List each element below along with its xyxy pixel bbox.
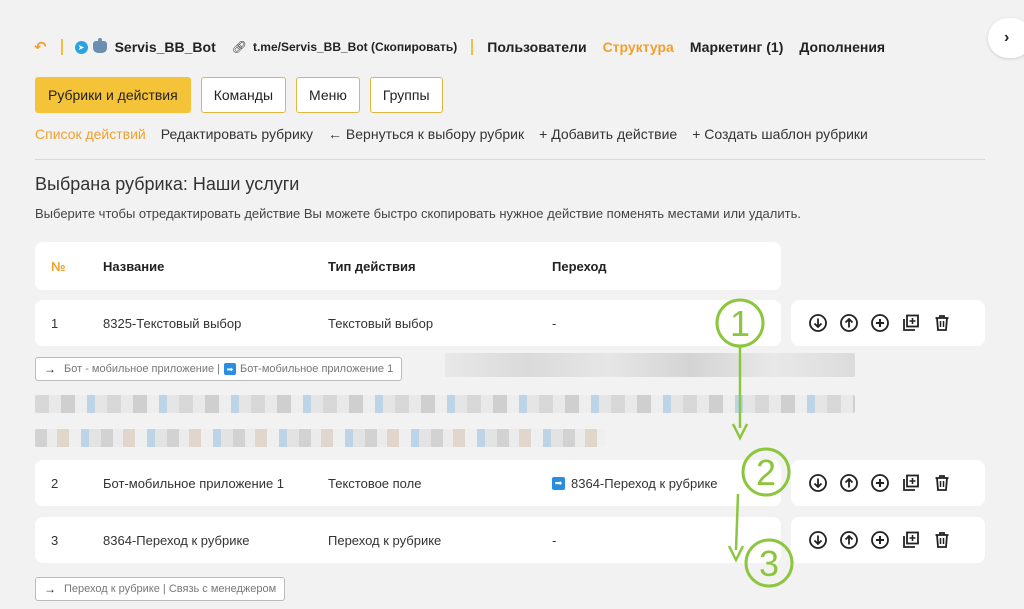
move-up-icon[interactable]: [839, 473, 859, 493]
link-icon: 🔗︎: [231, 40, 247, 54]
page-title: Выбрана рубрика: Наши услуги: [35, 174, 300, 194]
header-name: Название: [103, 258, 165, 274]
row-transition[interactable]: ➡ 8364-Переход к рубрике: [552, 460, 718, 506]
row-actions: [791, 460, 985, 506]
header-transition: Переход: [552, 258, 607, 274]
nav-marketing[interactable]: Маркетинг (1): [690, 39, 784, 55]
move-up-icon[interactable]: [839, 313, 859, 333]
subnav-create-template[interactable]: + Создать шаблон рубрики: [692, 126, 868, 142]
subnav-back-to-rubrics[interactable]: ← Вернуться к выбору рубрик: [328, 126, 524, 142]
nav-users[interactable]: Пользователи: [487, 39, 586, 55]
collapse-panel-button[interactable]: ›: [988, 18, 1024, 58]
tab-menu[interactable]: Меню: [296, 77, 360, 113]
table-row[interactable]: 3 8364-Переход к рубрике Переход к рубри…: [35, 517, 781, 563]
chevron-right-icon: ›: [1004, 29, 1010, 46]
header-type: Тип действия: [328, 258, 416, 274]
divider: [60, 39, 63, 55]
row-transition: -: [552, 532, 557, 548]
divider: [471, 39, 474, 55]
transition-label: 8364-Переход к рубрике: [571, 475, 718, 491]
row-name: 8364-Переход к рубрике: [103, 532, 250, 548]
link-square-icon: ➡: [552, 476, 565, 490]
row-name: 8325-Текстовый выбор: [103, 315, 242, 331]
add-icon[interactable]: [870, 473, 890, 493]
subnav-edit-rubric[interactable]: Редактировать рубрику: [161, 126, 313, 142]
delete-icon[interactable]: [932, 313, 952, 333]
row-actions: [791, 300, 985, 346]
move-down-icon[interactable]: [808, 313, 828, 333]
transition-chip[interactable]: → Переход к рубрике | Связь с менеджером: [35, 577, 286, 601]
row-name: Бот-мобильное приложение 1: [103, 475, 285, 491]
section-tabs: Рубрики и действия Команды Меню Группы: [35, 77, 443, 113]
copy-icon[interactable]: [901, 313, 921, 333]
table-row[interactable]: 1 8325-Текстовый выбор Текстовый выбор -: [35, 300, 781, 346]
delete-icon[interactable]: [932, 530, 952, 550]
nav-structure[interactable]: Структура: [603, 39, 674, 55]
chip-label: Переход к рубрике | Связь с менеджером: [64, 583, 277, 595]
copy-icon[interactable]: [901, 473, 921, 493]
page-description: Выберите чтобы отредактировать действие …: [35, 206, 801, 221]
tab-groups[interactable]: Группы: [369, 77, 443, 113]
copy-icon[interactable]: [901, 530, 921, 550]
row-number: 1: [51, 315, 59, 331]
row-number: 2: [51, 475, 59, 491]
move-down-icon[interactable]: [808, 530, 828, 550]
row-number: 3: [51, 532, 59, 548]
pixel-block: [35, 395, 855, 413]
bot-name: Servis_BB_Bot: [114, 39, 216, 55]
arrow-right-icon: →: [44, 582, 56, 596]
sub-navigation: Список действий Редактировать рубрику ← …: [35, 126, 868, 142]
bot-link[interactable]: t.me/Servis_BB_Bot (Скопировать): [253, 40, 457, 54]
header-number: №: [51, 258, 66, 274]
divider: [35, 159, 985, 160]
back-arrow-icon[interactable]: ↶: [34, 38, 47, 56]
table-header: № Название Тип действия Переход: [35, 242, 781, 290]
top-bar: ↶ ➤ Servis_BB_Bot 🔗︎ t.me/Servis_BB_Bot …: [34, 36, 901, 58]
add-icon[interactable]: [870, 530, 890, 550]
telegram-icon: ➤: [74, 40, 88, 54]
pixelated-region: [35, 353, 855, 449]
move-down-icon[interactable]: [808, 473, 828, 493]
add-icon[interactable]: [870, 313, 890, 333]
pixel-block: [445, 353, 855, 377]
table-row[interactable]: 2 Бот-мобильное приложение 1 Текстовое п…: [35, 460, 781, 506]
subnav-add-action[interactable]: + Добавить действие: [539, 126, 677, 142]
row-type: Текстовый выбор: [328, 315, 434, 331]
tab-commands[interactable]: Команды: [200, 77, 287, 113]
row-type: Текстовое поле: [328, 475, 422, 491]
row-type: Переход к рубрике: [328, 532, 442, 548]
move-up-icon[interactable]: [839, 530, 859, 550]
bot-avatar-icon: [92, 38, 107, 53]
pixel-block: [35, 429, 605, 447]
row-transition: -: [552, 315, 557, 331]
tab-rubrics[interactable]: Рубрики и действия: [35, 77, 191, 113]
nav-extras[interactable]: Дополнения: [799, 39, 885, 55]
subnav-actions-list[interactable]: Список действий: [35, 126, 146, 142]
delete-icon[interactable]: [932, 473, 952, 493]
row-actions: [791, 517, 985, 563]
